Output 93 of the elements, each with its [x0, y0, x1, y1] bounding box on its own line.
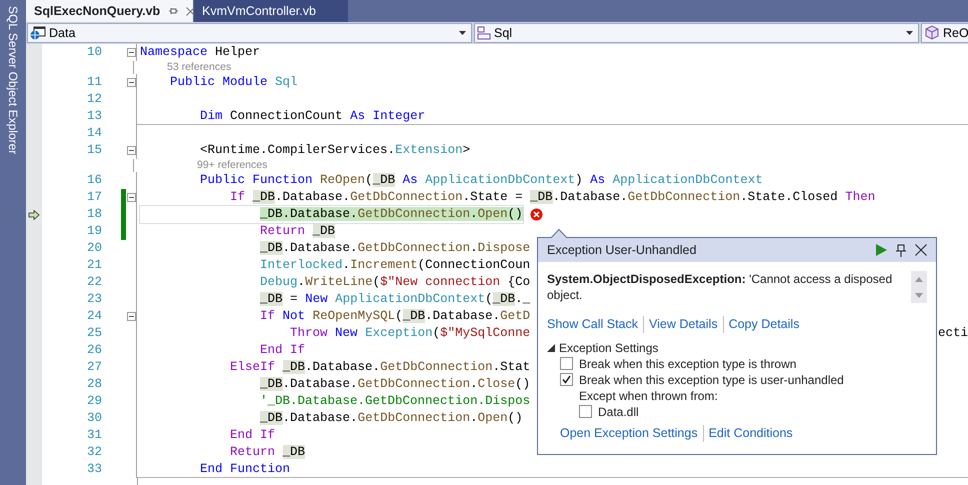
line-number: 18 [86, 206, 102, 223]
class-icon [477, 26, 491, 40]
current-statement-arrow-icon [28, 210, 40, 220]
line-number: 30 [86, 410, 102, 427]
code-line: Throw New Exception($"MySqlConne [289, 325, 530, 342]
checkbox-label: Data.dll [598, 404, 639, 421]
reference-count[interactable]: 53 references [167, 61, 232, 74]
code-line: '_DB.Database.GetDbConnection.Dispos [259, 393, 530, 410]
checkbox-label: Break when this exception type is user-unhandled [579, 372, 844, 389]
popup-link[interactable]: Open Exception Settings [560, 424, 698, 442]
code-line: Namespace Helper [140, 44, 260, 61]
caret-icon [906, 31, 913, 35]
popup-link[interactable]: Copy Details [728, 315, 800, 334]
line-number: 27 [86, 359, 102, 376]
expander-icon[interactable] [547, 344, 555, 352]
close-icon[interactable] [915, 244, 927, 256]
line-number: 13 [86, 108, 102, 125]
code-line: Dim ConnectionCount As Integer [199, 108, 426, 124]
collapse-icon[interactable] [126, 312, 136, 321]
dropdown-value: ReO [943, 24, 968, 42]
checkbox[interactable] [579, 405, 592, 418]
popup-link[interactable]: Edit Conditions [708, 424, 793, 442]
line-number: 15 [86, 142, 102, 159]
code-line: _DB = New ApplicationDbContext(_DB._ [259, 291, 530, 308]
code-line: End Function [199, 460, 290, 478]
code-line: _DB.Database.GetDbConnection.Dispose [259, 240, 530, 257]
cube-icon [924, 25, 940, 41]
line-number: 33 [86, 461, 102, 478]
dropdown-value: Sql [494, 24, 512, 42]
checkbox-label: Break when this exception type is thrown [579, 356, 796, 373]
popup-link[interactable]: Show Call Stack [547, 315, 638, 334]
editor-tab[interactable]: KvmVmController.vb [194, 0, 348, 22]
line-number: 19 [86, 223, 102, 240]
collapse-icon[interactable] [126, 78, 136, 87]
section-label: Exception Settings [559, 340, 658, 357]
code-line: End If [229, 427, 276, 444]
line-number: 20 [86, 240, 102, 257]
except-label: Except when thrown from: [578, 388, 719, 404]
popup-title: Exception User-Unhandled [547, 242, 696, 259]
continue-icon[interactable] [876, 244, 887, 256]
line-number: 23 [86, 291, 102, 308]
code-line: End If [259, 342, 306, 359]
pin-icon[interactable] [896, 244, 906, 256]
line-number: 29 [86, 393, 102, 410]
code-line: Public Module Sql [169, 74, 298, 91]
line-number: 16 [86, 172, 102, 189]
line-number: 10 [86, 44, 102, 61]
popup-link[interactable]: View Details [649, 315, 718, 334]
code-line: _DB.Database.GetDbConnection.Open() [140, 206, 523, 223]
collapse-icon[interactable] [126, 146, 136, 155]
line-number: 14 [86, 125, 102, 142]
tab-label: SqlExecNonQuery.vb [34, 2, 160, 20]
code-line: Return _DB [229, 444, 306, 461]
code-line: ElseIf _DB.Database.GetDbConnection.Stat [229, 359, 530, 376]
code-line: Public Function ReOpen(_DB As ApplicationDbContext) As ApplicationDbContext [199, 172, 763, 189]
code-line: Interlocked.Increment(ConnectionCoun [259, 257, 530, 274]
code-line: Return _DB [259, 223, 336, 240]
close-icon[interactable] [186, 6, 196, 16]
navigation-dropdown[interactable]: Data [27, 23, 472, 43]
collapse-icon[interactable] [126, 193, 136, 202]
line-number: 31 [86, 427, 102, 444]
tab-label: KvmVmController.vb [202, 2, 316, 20]
code-line: If Not ReOpenMySQL(_DB.Database.GetD [259, 308, 530, 325]
code-line: If _DB.Database.GetDbConnection.State = _DB.Database.GetDbConnection.State.Closed Then [229, 189, 876, 206]
pin-icon[interactable] [168, 6, 178, 16]
code-fragment: ecti [938, 325, 968, 342]
navigation-dropdown[interactable]: Sql [474, 23, 919, 43]
code-line: _DB.Database.GetDbConnection.Close() [259, 376, 530, 393]
line-number: 17 [86, 189, 102, 206]
check-icon [562, 375, 571, 384]
line-number: 24 [86, 308, 102, 325]
editor-tab[interactable]: SqlExecNonQuery.vb [26, 0, 193, 22]
navigation-dropdown[interactable]: ReO [921, 23, 968, 43]
line-number: 26 [86, 342, 102, 359]
line-number: 12 [86, 91, 102, 108]
line-number: 22 [86, 274, 102, 291]
line-number: 11 [86, 74, 102, 91]
side-panel-tab[interactable]: SQL Server Object Explorer [4, 6, 22, 154]
reference-count[interactable]: 99+ references [197, 159, 268, 172]
caret-icon [459, 31, 466, 35]
dropdown-value: Data [49, 24, 76, 42]
project-icon [30, 26, 46, 40]
checkbox[interactable] [560, 373, 573, 386]
collapse-icon[interactable] [126, 48, 136, 57]
code-line: Debug.WriteLine($"New connection {Co [259, 274, 530, 291]
code-line: _DB.Database.GetDbConnection.Open() [259, 410, 523, 427]
line-number: 25 [86, 325, 102, 342]
code-line: <Runtime.CompilerServices.Extension> [199, 142, 470, 159]
checkbox[interactable] [560, 357, 573, 370]
line-number: 32 [86, 444, 102, 461]
exception-message: System.ObjectDisposedException: 'Cannot access a disposed object. [547, 271, 894, 303]
line-number: 21 [86, 257, 102, 274]
line-number: 28 [86, 376, 102, 393]
